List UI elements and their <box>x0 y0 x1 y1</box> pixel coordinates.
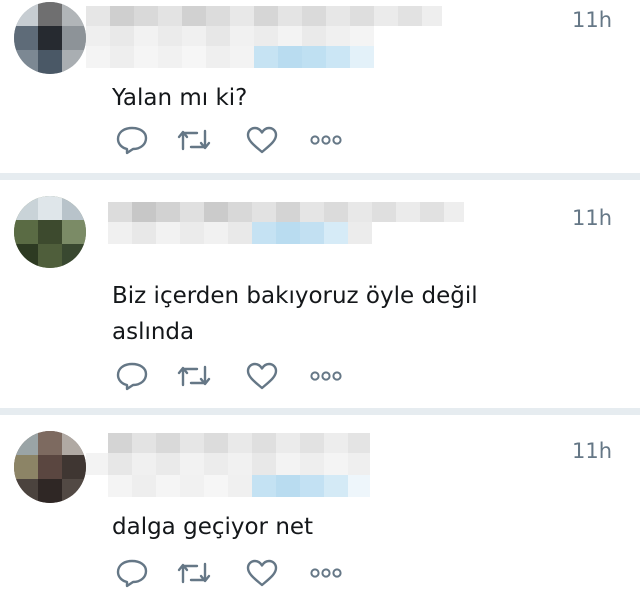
retweet-icon[interactable] <box>174 358 214 394</box>
avatar[interactable] <box>14 2 86 74</box>
tweet-timestamp[interactable]: 11h <box>572 439 612 463</box>
tweet-item[interactable]: 11h Biz içerden bakıyoruz öyle değil asl… <box>0 180 640 408</box>
tweet-item[interactable]: 11h dalga geçiyor net <box>0 415 640 611</box>
tweet-divider <box>0 173 640 180</box>
tweet-text: Biz içerden bakıyoruz öyle değil aslında <box>112 283 478 345</box>
reply-icon[interactable] <box>112 555 152 591</box>
tweet-divider <box>0 408 640 415</box>
like-icon[interactable] <box>242 358 282 394</box>
retweet-icon[interactable] <box>174 122 214 158</box>
reply-icon[interactable] <box>112 122 152 158</box>
like-icon[interactable] <box>242 555 282 591</box>
more-icon[interactable] <box>306 555 346 591</box>
tweet-actions <box>112 358 372 394</box>
tweet-actions <box>112 555 372 591</box>
tweet-timestamp[interactable]: 11h <box>572 8 612 32</box>
avatar[interactable] <box>14 431 86 503</box>
tweet-timestamp[interactable]: 11h <box>572 206 612 230</box>
more-icon[interactable] <box>306 122 346 158</box>
tweet-item[interactable]: 11h Yalan mı ki? <box>0 0 640 173</box>
avatar[interactable] <box>14 196 86 268</box>
tweet-text: dalga geçiyor net <box>112 514 314 540</box>
like-icon[interactable] <box>242 122 282 158</box>
tweet-feed: 11h Yalan mı ki? 11h Biz içerden bakıyor… <box>0 0 640 611</box>
tweet-actions <box>112 122 372 158</box>
reply-icon[interactable] <box>112 358 152 394</box>
tweet-text: Yalan mı ki? <box>112 85 248 111</box>
retweet-icon[interactable] <box>174 555 214 591</box>
more-icon[interactable] <box>306 358 346 394</box>
